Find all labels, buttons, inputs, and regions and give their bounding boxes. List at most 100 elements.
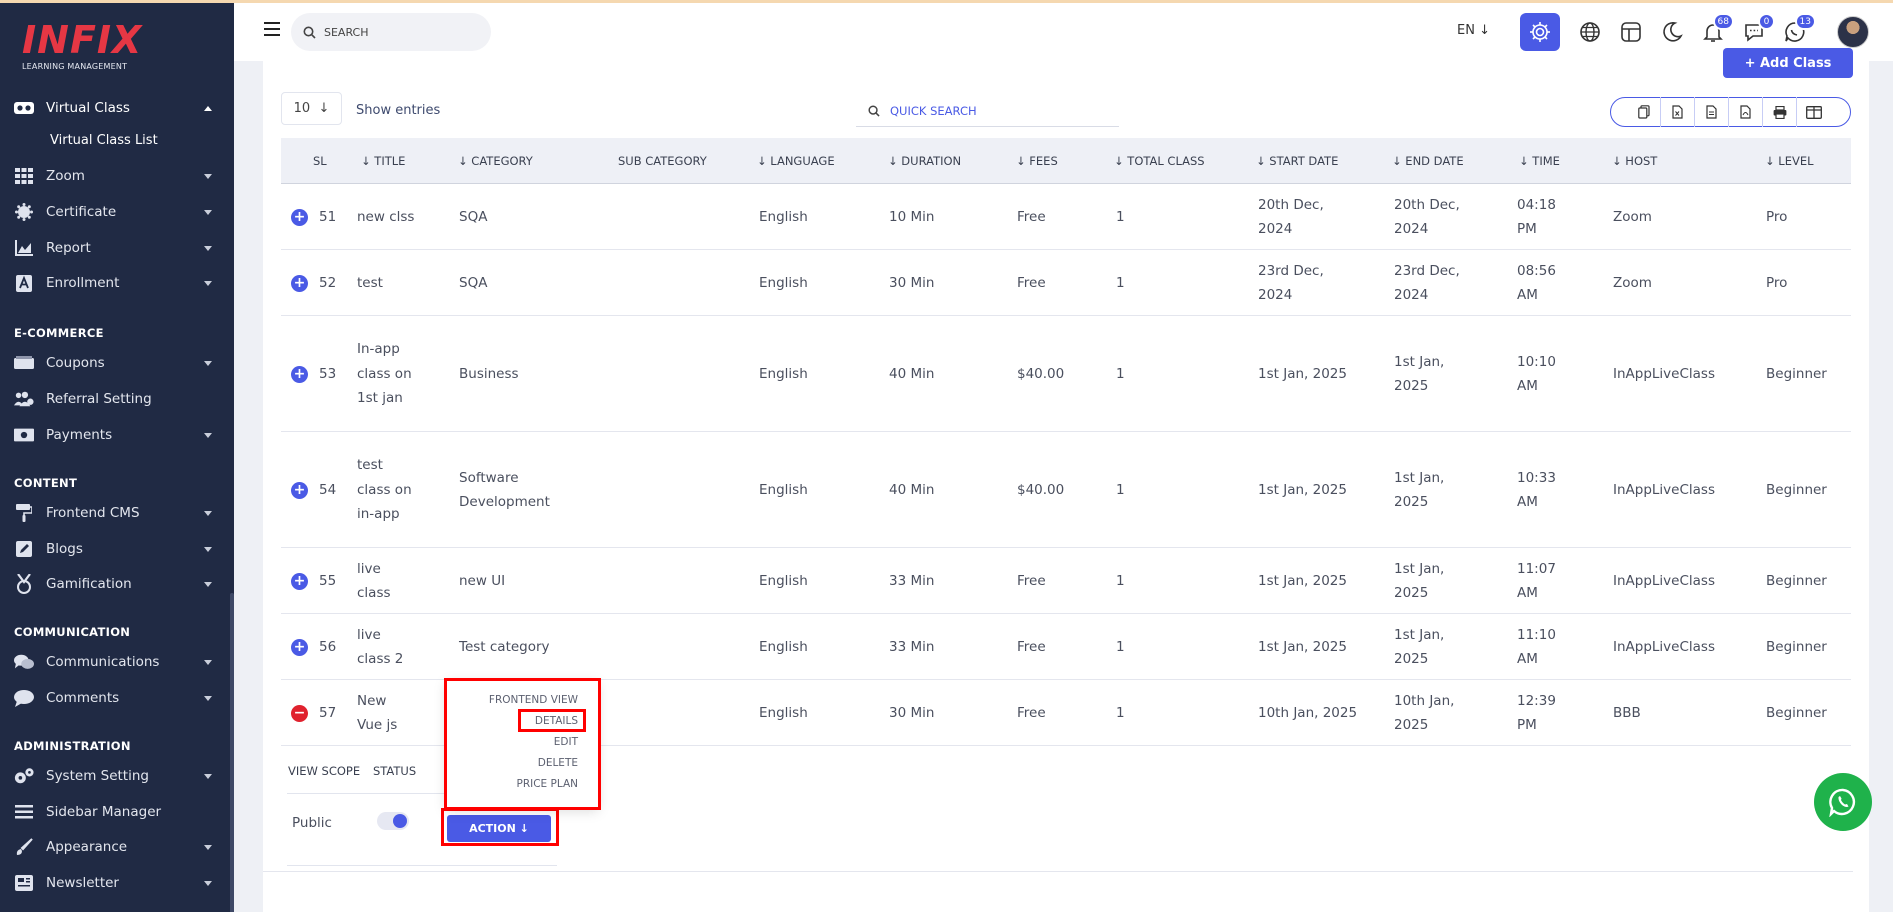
add-class-button[interactable]: + Add Class	[1723, 48, 1853, 78]
sidebar-item-virtual-class[interactable]: Virtual Class	[0, 91, 234, 125]
sidebar-item-appearance[interactable]: Appearance	[0, 830, 234, 864]
table-row[interactable]: +51 new clss SQA English 10 Min Free 1 20th Dec…	[281, 184, 1851, 250]
sort-arrow-icon: ↓	[361, 154, 375, 168]
whatsapp-button[interactable]	[1814, 773, 1872, 831]
sidebar-item-communications[interactable]: Communications	[0, 645, 234, 679]
column-header-time[interactable]: ↓ TIME	[1519, 154, 1560, 168]
entries-select[interactable]: 10 ↓	[281, 92, 342, 125]
column-header-level[interactable]: ↓ LEVEL	[1765, 154, 1814, 168]
column-header-label: TIME	[1532, 154, 1560, 168]
column-header-category[interactable]: ↓ CATEGORY	[458, 154, 533, 168]
sidebar-item-gamification[interactable]: Gamification	[0, 567, 234, 601]
table-row[interactable]: +52 test SQA English 30 Min Free 1 23rd Dec, 20…	[281, 250, 1851, 316]
dark-mode-icon[interactable]	[1659, 19, 1685, 45]
message-icon[interactable]: 0	[1741, 13, 1775, 45]
expand-row-icon[interactable]: +	[291, 482, 308, 499]
column-header-language[interactable]: ↓ LANGUAGE	[757, 154, 835, 168]
cell-time: 10:33 AM	[1517, 469, 1556, 511]
column-header-sl[interactable]: SL	[313, 154, 327, 168]
sidebar-item-certificate[interactable]: Certificate	[0, 195, 234, 229]
column-header-duration[interactable]: ↓ DURATION	[888, 154, 961, 168]
sidebar-item-comments[interactable]: Comments	[0, 681, 234, 715]
collapse-row-icon[interactable]: −	[291, 705, 308, 722]
sidebar-item-referral-setting[interactable]: Referral Setting	[0, 382, 234, 416]
sidebar-item-system-setting[interactable]: System Setting	[0, 759, 234, 793]
column-header-start-date[interactable]: ↓ START DATE	[1256, 154, 1338, 168]
expand-row-icon[interactable]: +	[291, 573, 308, 590]
column-header-fees[interactable]: ↓ FEES	[1016, 154, 1058, 168]
sidebar-item-label: Appearance	[46, 839, 128, 855]
expand-row-icon[interactable]: +	[291, 275, 308, 292]
status-toggle[interactable]	[377, 812, 409, 830]
cell-time: 11:07 AM	[1517, 560, 1556, 602]
sidebar-item-sidebar-manager[interactable]: Sidebar Manager	[0, 795, 234, 829]
copy-icon[interactable]	[1627, 97, 1661, 127]
cell-fees: $40.00	[1017, 365, 1065, 382]
excel-icon[interactable]	[1661, 97, 1695, 127]
cell-host: InAppLiveClass	[1613, 638, 1715, 655]
brand-logo[interactable]: INFIX LEARNING MANAGEMENT	[22, 21, 142, 71]
search-input[interactable]	[324, 25, 474, 39]
csv-icon[interactable]	[1695, 97, 1729, 127]
cell-end-date: 1st Jan, 2025	[1394, 469, 1445, 511]
menu-toggle-icon[interactable]	[264, 22, 280, 36]
cell-end-date: 10th Jan, 2025	[1394, 692, 1455, 734]
cell-end-date: 20th Dec, 2024	[1394, 196, 1460, 238]
column-header-host[interactable]: ↓ HOST	[1612, 154, 1657, 168]
expand-row-icon[interactable]: +	[291, 366, 308, 383]
sidebar-item-report[interactable]: Report	[0, 231, 234, 265]
sort-arrow-icon: ↓	[1612, 154, 1626, 168]
chevron-down-icon	[204, 845, 212, 850]
cell-end-date: 1st Jan, 2025	[1394, 353, 1445, 395]
cell-sl: 51	[319, 208, 337, 225]
column-header-label: CATEGORY	[471, 154, 533, 168]
cell-total-class: 1	[1116, 208, 1125, 225]
sidebar-item-label: Frontend CMS	[46, 505, 140, 521]
sidebar-item-label: Sidebar Manager	[46, 804, 162, 820]
sidebar-item-zoom[interactable]: Zoom	[0, 159, 234, 193]
cell-end-date: 23rd Dec, 2024	[1394, 262, 1460, 304]
status-header: STATUS	[373, 764, 417, 778]
pdf-icon[interactable]	[1729, 97, 1763, 127]
sidebar-item-blogs[interactable]: Blogs	[0, 532, 234, 566]
expand-row-icon[interactable]: +	[291, 209, 308, 226]
sidebar-subitem-virtual-class-list[interactable]: Virtual Class List	[50, 133, 158, 148]
layout-icon[interactable]	[1618, 19, 1644, 45]
cpu-settings-icon[interactable]	[1520, 13, 1560, 51]
column-header-total-class[interactable]: ↓ TOTAL CLASS	[1114, 154, 1205, 168]
cell-duration: 10 Min	[889, 208, 935, 225]
sidebar-item-payments[interactable]: Payments	[0, 418, 234, 452]
user-avatar[interactable]	[1837, 16, 1869, 48]
sidebar-scrollbar[interactable]	[230, 593, 234, 912]
expand-row-icon[interactable]: +	[291, 639, 308, 656]
cell-sl: 52	[319, 274, 337, 291]
users-icon	[14, 389, 34, 409]
table-row[interactable]: +54 test class on in-app Software Developm…	[281, 432, 1851, 548]
chat-badge: 13	[1794, 13, 1816, 30]
table-row[interactable]: +53 In-app class on 1st jan Business Englis…	[281, 316, 1851, 432]
sidebar-item-frontend-cms[interactable]: Frontend CMS	[0, 496, 234, 530]
column-header-title[interactable]: ↓ TITLE	[361, 154, 405, 168]
sidebar-item-newsletter[interactable]: Newsletter	[0, 866, 234, 900]
section-administration: ADMINISTRATION	[14, 739, 131, 753]
sort-arrow-icon: ↓	[757, 154, 771, 168]
cell-start-date: 1st Jan, 2025	[1258, 638, 1347, 655]
cell-end-date: 1st Jan, 2025	[1394, 626, 1445, 668]
columns-icon[interactable]	[1797, 97, 1831, 127]
table-row[interactable]: +56 live class 2 Test category English 33 Mi…	[281, 614, 1851, 680]
globe-icon[interactable]	[1577, 19, 1603, 45]
sidebar-item-enrollment[interactable]: Enrollment	[0, 266, 234, 300]
highlight-action-button	[441, 808, 559, 846]
language-selector[interactable]: EN ↓	[1457, 23, 1490, 38]
sidebar-item-coupons[interactable]: Coupons	[0, 346, 234, 380]
column-header-sub-category[interactable]: SUB CATEGORY	[618, 154, 707, 168]
cell-time: 08:56 AM	[1517, 262, 1556, 304]
quick-search-input[interactable]: QUICK SEARCH	[856, 95, 1119, 127]
chat-icon	[14, 652, 34, 672]
table-row[interactable]: +55 live class new UI English 33 Min Free 1 1st…	[281, 548, 1851, 614]
chat-bubble-icon[interactable]: 13	[1782, 13, 1816, 45]
print-icon[interactable]	[1763, 97, 1797, 127]
column-header-end-date[interactable]: ↓ END DATE	[1392, 154, 1464, 168]
notification-bell-icon[interactable]: 68	[1700, 13, 1734, 45]
chevron-down-icon	[204, 281, 212, 286]
